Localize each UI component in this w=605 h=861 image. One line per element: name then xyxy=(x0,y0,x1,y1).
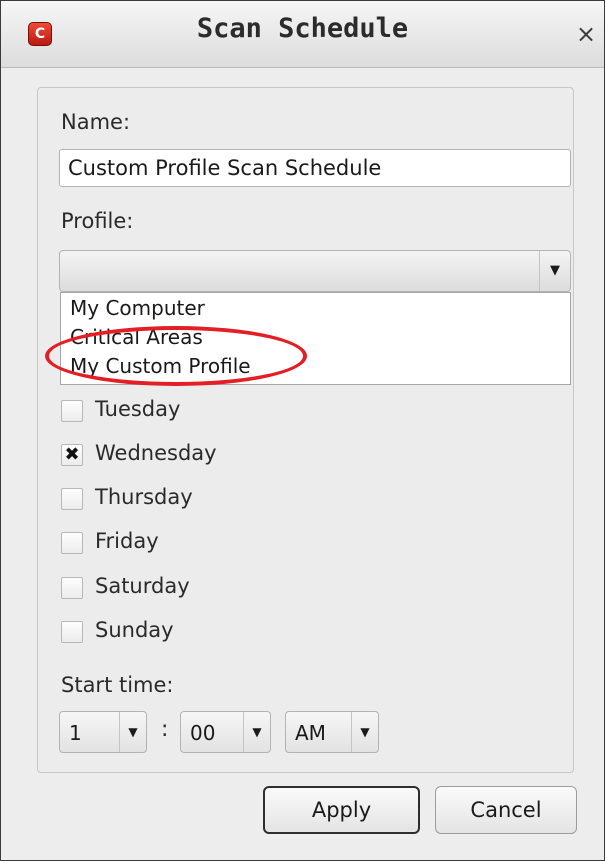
profile-select[interactable]: ▼ xyxy=(59,250,571,292)
checkmark-icon[interactable]: ✖ xyxy=(61,444,83,466)
checkbox-box[interactable] xyxy=(61,488,83,510)
hour-select[interactable]: 1 ▼ xyxy=(59,711,147,753)
ampm-select[interactable]: AM ▼ xyxy=(285,711,379,753)
chevron-down-icon[interactable]: ▼ xyxy=(539,251,570,291)
start-time-label: Start time: xyxy=(61,673,174,697)
day-label: Saturday xyxy=(95,574,190,598)
profile-label: Profile: xyxy=(61,209,134,233)
title-bar[interactable]: C Scan Schedule × xyxy=(1,1,604,68)
hour-value: 1 xyxy=(69,721,82,745)
profile-option-my-custom-profile[interactable]: My Custom Profile xyxy=(70,354,251,378)
name-label: Name: xyxy=(61,110,131,134)
window-title: Scan Schedule xyxy=(196,13,409,44)
chevron-down-icon[interactable]: ▼ xyxy=(119,712,146,752)
checkbox-box[interactable] xyxy=(61,577,83,599)
profile-dropdown-list: My Computer Critical Areas My Custom Pro… xyxy=(60,292,571,385)
day-label: Thursday xyxy=(95,485,193,509)
checkbox-box[interactable] xyxy=(61,532,83,554)
profile-option-my-computer[interactable]: My Computer xyxy=(70,296,205,320)
minute-select[interactable]: 00 ▼ xyxy=(180,711,271,753)
cancel-button[interactable]: Cancel xyxy=(435,786,577,834)
close-icon[interactable]: × xyxy=(573,21,599,47)
schedule-group-box xyxy=(37,87,574,773)
scan-schedule-dialog: C Scan Schedule × Name: Profile: ▼ My Co… xyxy=(0,0,605,861)
time-separator: : xyxy=(161,717,169,742)
profile-option-critical-areas[interactable]: Critical Areas xyxy=(70,325,203,349)
ampm-value: AM xyxy=(295,721,326,745)
day-label: Friday xyxy=(95,529,159,553)
minute-value: 00 xyxy=(190,721,216,745)
day-label: Sunday xyxy=(95,618,174,642)
chevron-down-icon[interactable]: ▼ xyxy=(243,712,270,752)
chevron-down-icon[interactable]: ▼ xyxy=(351,712,378,752)
checkbox-box[interactable] xyxy=(61,400,83,422)
apply-button[interactable]: Apply xyxy=(263,786,420,834)
day-label: Tuesday xyxy=(95,397,181,421)
name-input[interactable] xyxy=(59,149,571,187)
day-label: Wednesday xyxy=(95,441,217,465)
checkbox-box[interactable] xyxy=(61,621,83,643)
